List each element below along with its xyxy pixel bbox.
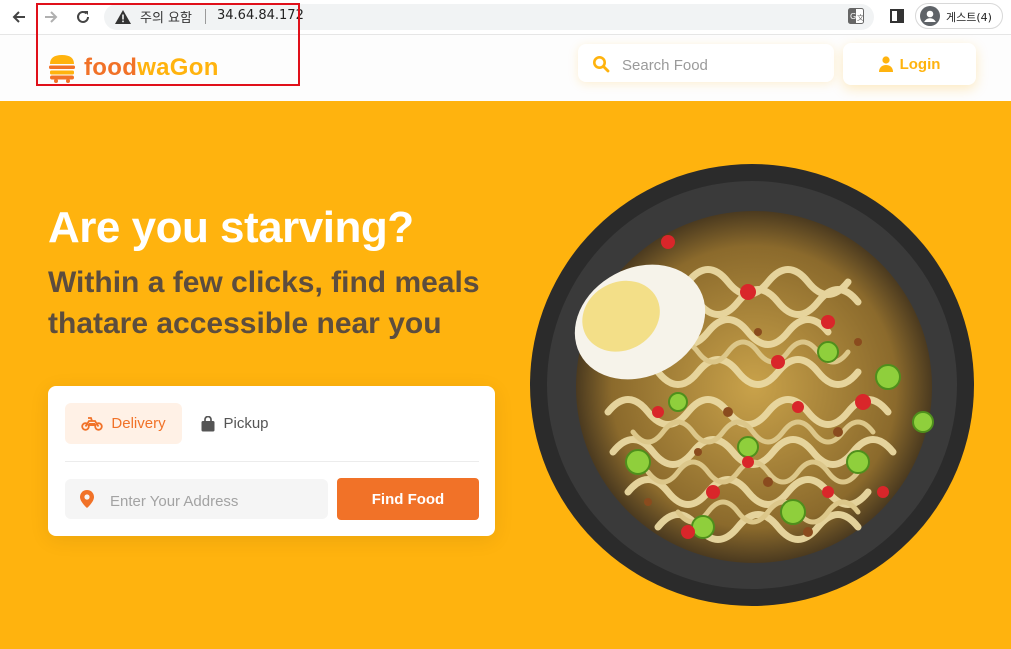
tab-delivery-label: Delivery — [111, 415, 166, 432]
search-food-input[interactable] — [620, 53, 824, 77]
reload-icon — [77, 10, 89, 23]
back-arrow-icon — [12, 11, 25, 23]
back-button[interactable] — [8, 6, 30, 28]
guest-avatar-icon — [920, 6, 940, 26]
noodle-bowl-image — [530, 164, 974, 606]
url-text[interactable]: 34.64.84.172 — [217, 8, 304, 23]
security-status-label[interactable]: 주의 요함 — [140, 7, 192, 26]
url-separator — [205, 9, 206, 24]
login-button[interactable]: Login — [843, 43, 976, 85]
translate-icon[interactable]: G文 — [848, 8, 864, 24]
tab-delivery[interactable]: Delivery — [65, 403, 182, 444]
shopping-bag-icon — [201, 415, 215, 431]
hero-subtitle: Within a few clicks, find meals thatare … — [48, 266, 480, 340]
svg-text:文: 文 — [857, 13, 864, 22]
motorcycle-icon — [81, 416, 104, 431]
login-label: Login — [899, 55, 941, 73]
user-icon — [878, 56, 893, 72]
location-pin-icon — [80, 490, 94, 508]
forward-button[interactable] — [40, 6, 62, 28]
reload-button[interactable] — [72, 6, 94, 28]
side-panel-icon[interactable] — [890, 9, 904, 23]
brand-logo[interactable]: foodwaGon — [84, 54, 219, 82]
browser-toolbar: 주의 요함 34.64.84.172 G文 게스트(4) — [0, 0, 1011, 35]
warning-icon[interactable] — [114, 8, 132, 26]
address-input[interactable] — [108, 489, 322, 513]
search-icon[interactable] — [592, 55, 610, 73]
logo-text-wagon: waGon — [137, 54, 219, 81]
profile-label: 게스트(4) — [946, 11, 992, 24]
svg-text:G: G — [850, 12, 856, 21]
forward-arrow-icon — [45, 11, 58, 23]
card-divider — [65, 461, 479, 462]
logo-text-food: food — [84, 54, 138, 81]
profile-button[interactable]: 게스트(4) — [915, 3, 1003, 29]
tab-pickup-label: Pickup — [223, 415, 269, 432]
find-food-button[interactable]: Find Food — [337, 478, 479, 520]
tab-pickup[interactable]: Pickup — [190, 403, 280, 444]
burger-logo-icon[interactable] — [47, 53, 77, 83]
hero-title: Are you starving? — [48, 203, 414, 252]
